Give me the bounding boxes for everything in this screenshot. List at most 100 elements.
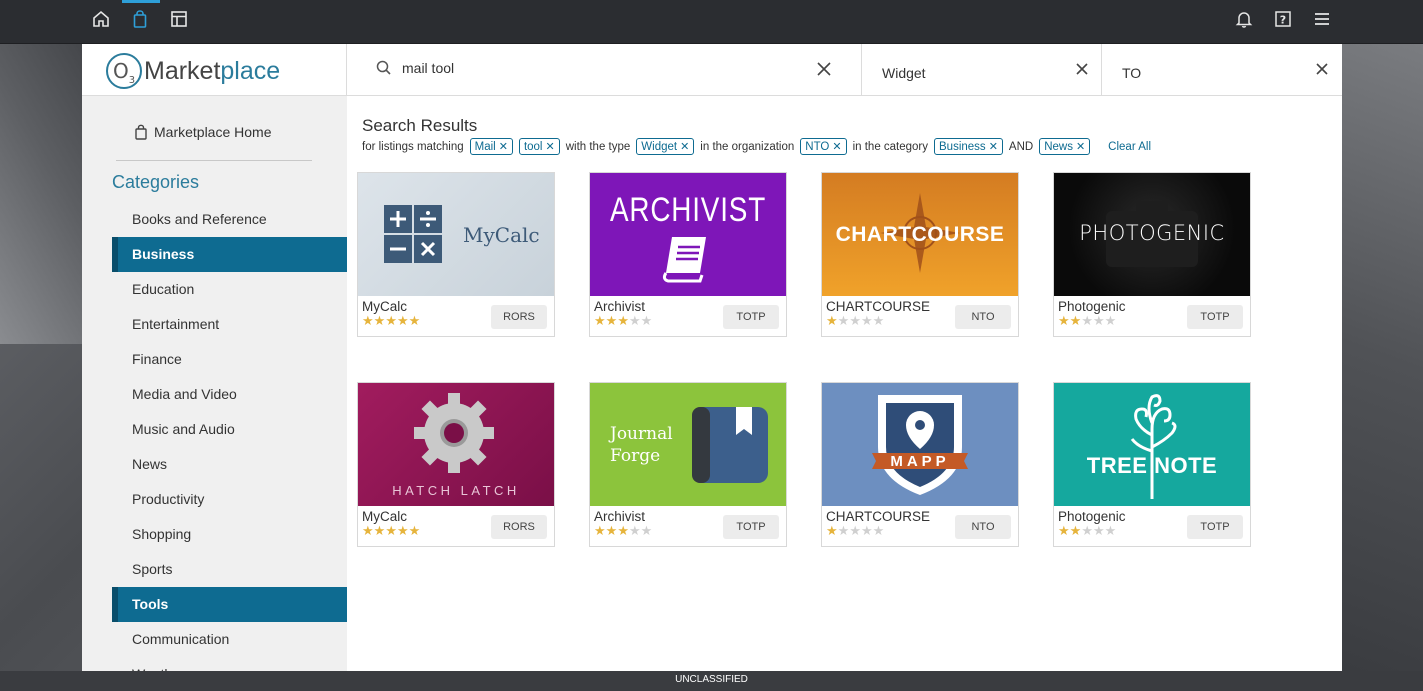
category-item-tools[interactable]: Tools	[112, 587, 347, 622]
category-item-education[interactable]: Education	[112, 272, 347, 307]
listing-org-badge: TOTP	[723, 515, 779, 539]
listing-card[interactable]: MAPP CHARTCOURSE ★★★★★ NTO	[821, 382, 1019, 547]
listing-name: CHARTCOURSE	[826, 299, 931, 314]
rating-stars: ★★★★★	[826, 525, 884, 539]
search-field[interactable]: mail tool	[346, 44, 862, 96]
remove-chip-icon[interactable]: ✕	[499, 140, 508, 153]
active-filters: for listings matching Mail ✕ tool ✕ with t…	[362, 138, 1151, 155]
listing-banner: HATCH LATCH	[358, 383, 554, 506]
listing-name: CHARTCOURSE	[826, 509, 931, 524]
remove-chip-icon[interactable]: ✕	[1076, 140, 1085, 153]
listing-org-badge: TOTP	[723, 305, 779, 329]
listing-card[interactable]: MyCalc MyCalc ★★★★★ RORS	[357, 172, 555, 337]
book-icon	[662, 237, 706, 283]
notebook-icon	[692, 407, 768, 483]
remove-chip-icon[interactable]: ✕	[989, 140, 998, 153]
shopping-bag-icon[interactable]	[129, 10, 151, 32]
star-icon: ★	[396, 314, 409, 329]
category-item-media-and-video[interactable]: Media and Video	[112, 377, 347, 412]
filter-chip-widget[interactable]: Widget ✕	[636, 138, 695, 155]
marketplace-home-link[interactable]: Marketplace Home	[134, 124, 272, 140]
remove-chip-icon[interactable]: ✕	[832, 140, 841, 153]
search-icon	[376, 60, 391, 75]
listing-banner: MAPP	[822, 383, 1018, 506]
category-item-music-and-audio[interactable]: Music and Audio	[112, 412, 347, 447]
star-icon: ★	[837, 314, 850, 329]
rating-stars: ★★★★★	[1058, 315, 1116, 329]
type-filter[interactable]: Widget	[862, 44, 1102, 96]
star-icon: ★	[640, 314, 653, 329]
clear-org-filter-icon[interactable]	[1313, 60, 1331, 78]
menu-icon[interactable]	[1311, 10, 1333, 32]
dashboard-icon[interactable]	[168, 10, 190, 32]
category-item-productivity[interactable]: Productivity	[112, 482, 347, 517]
banner-text: Journal Forge	[610, 424, 673, 466]
listing-card[interactable]: ARCHIVIST Archivist ★★★★★ TOTP	[589, 172, 787, 337]
org-filter[interactable]: TO	[1102, 44, 1342, 96]
star-icon: ★	[872, 524, 885, 539]
banner-text: PHOTOGENIC	[1079, 221, 1225, 245]
filter-chip-mail[interactable]: Mail ✕	[469, 138, 513, 155]
listing-banner: ARCHIVIST	[590, 173, 786, 296]
listing-card[interactable]: PHOTOGENIC Photogenic ★★★★★ TOTP	[1053, 172, 1251, 337]
listing-banner: CHARTCOURSE	[822, 173, 1018, 296]
category-item-books-and-reference[interactable]: Books and Reference	[112, 202, 347, 237]
org-filter-value: TO	[1122, 65, 1142, 81]
star-icon: ★	[1058, 314, 1070, 329]
listing-card[interactable]: Journal Forge Archivist ★★★★★ TOTP	[589, 382, 787, 547]
star-icon: ★	[1069, 314, 1082, 329]
banner-text: TREE NOTE	[1086, 453, 1218, 478]
star-icon: ★	[1069, 524, 1082, 539]
star-icon: ★	[860, 524, 873, 539]
star-icon: ★	[860, 314, 873, 329]
star-icon: ★	[628, 524, 641, 539]
star-icon: ★	[362, 524, 374, 539]
bell-icon[interactable]	[1233, 10, 1255, 32]
listing-name: Photogenic	[1058, 299, 1126, 314]
active-tab-indicator	[122, 0, 160, 3]
background-shard	[0, 44, 82, 344]
classification-banner: UNCLASSIFIED	[0, 671, 1423, 691]
star-icon: ★	[826, 314, 838, 329]
star-icon: ★	[640, 524, 653, 539]
remove-chip-icon[interactable]: ✕	[545, 140, 554, 153]
star-icon: ★	[408, 314, 421, 329]
listing-card[interactable]: HATCH LATCH MyCalc ★★★★★ RORS	[357, 382, 555, 547]
filter-text: for listings matching	[362, 140, 464, 153]
listing-org-badge: TOTP	[1187, 305, 1243, 329]
marketplace-logo[interactable]: O3 Marketplace	[106, 52, 280, 90]
listing-card[interactable]: TREE NOTE Photogenic ★★★★★ TOTP	[1053, 382, 1251, 547]
category-item-communication[interactable]: Communication	[112, 622, 347, 657]
search-input[interactable]: mail tool	[402, 60, 454, 76]
rating-stars: ★★★★★	[826, 315, 884, 329]
rating-stars: ★★★★★	[594, 525, 652, 539]
star-icon: ★	[617, 314, 629, 329]
star-icon: ★	[605, 524, 618, 539]
clear-search-icon[interactable]	[815, 60, 833, 78]
category-item-business[interactable]: Business	[112, 237, 347, 272]
star-icon: ★	[396, 524, 409, 539]
star-icon: ★	[594, 524, 606, 539]
listing-name: Archivist	[594, 299, 646, 314]
marketplace-panel: O3 Marketplace mail tool Widget TO Marke…	[82, 44, 1342, 671]
clear-type-filter-icon[interactable]	[1073, 60, 1091, 78]
category-item-shopping[interactable]: Shopping	[112, 517, 347, 552]
remove-chip-icon[interactable]: ✕	[680, 140, 689, 153]
category-item-sports[interactable]: Sports	[112, 552, 347, 587]
category-item-weather[interactable]: Weather	[112, 657, 347, 671]
category-item-finance[interactable]: Finance	[112, 342, 347, 377]
category-item-news[interactable]: News	[112, 447, 347, 482]
help-icon[interactable]: ?	[1272, 10, 1294, 32]
category-item-entertainment[interactable]: Entertainment	[112, 307, 347, 342]
filter-chip-tool[interactable]: tool ✕	[518, 138, 560, 155]
banner-text: CHARTCOURSE	[835, 223, 1005, 246]
star-icon: ★	[628, 314, 641, 329]
listing-card[interactable]: CHARTCOURSE CHARTCOURSE ★★★★★ NTO	[821, 172, 1019, 337]
filter-chip-business[interactable]: Business ✕	[934, 138, 1003, 155]
star-icon: ★	[1104, 524, 1117, 539]
clear-all-link[interactable]: Clear All	[1108, 141, 1151, 153]
filter-chip-news[interactable]: News ✕	[1039, 138, 1091, 155]
home-icon[interactable]	[90, 10, 112, 32]
star-icon: ★	[1104, 314, 1117, 329]
filter-chip-nto[interactable]: NTO ✕	[800, 138, 847, 155]
